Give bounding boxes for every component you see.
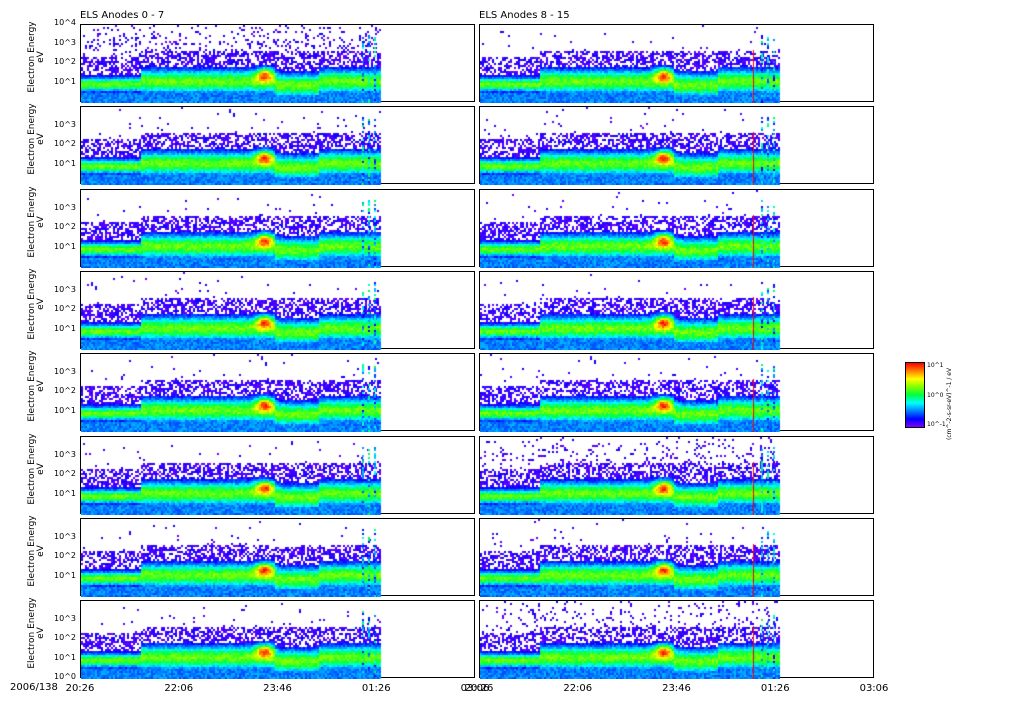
spectrogram-panel-anode-5 [80, 436, 476, 515]
y-tick-label: 10^1 [54, 323, 76, 333]
colorbar-tick-mid: 10^0 [927, 392, 944, 399]
y-tick-label: 10^1 [54, 158, 76, 168]
left-column-title: ELS Anodes 0 - 7 [80, 10, 165, 21]
y-axis-label: Electron Energy eV [27, 183, 46, 261]
y-tick-label: 10^3 [54, 202, 76, 212]
colorbar [905, 362, 925, 428]
spectrogram-panel-anode-15 [479, 600, 875, 679]
y-tick-label: 10^3 [54, 366, 76, 376]
y-tick-label: 10^2 [54, 304, 76, 313]
spectrogram-panel-anode-2 [80, 189, 476, 268]
x-tick-label: 23:46 [263, 683, 292, 694]
date-label: 2006/138 [10, 682, 58, 693]
y-tick-label: 10^3 [54, 531, 76, 541]
spectrogram-image [480, 272, 875, 350]
y-axis-unit: eV [36, 133, 46, 145]
y-tick-label: 10^3 [54, 37, 76, 47]
spectrogram-panel-anode-4 [80, 353, 476, 432]
y-axis-unit: eV [36, 380, 46, 392]
spectrogram-image [480, 107, 875, 185]
spectrogram-panel-anode-11 [479, 271, 875, 350]
spectrogram-image [480, 25, 875, 103]
spectrogram-panel-anode-7 [80, 600, 476, 679]
y-axis-unit: eV [36, 216, 46, 228]
spectrogram-image [480, 519, 875, 597]
y-tick-label: 10^1 [54, 652, 76, 662]
y-axis-label: Electron Energy eV [27, 18, 46, 96]
spectrogram-panel-anode-3 [80, 271, 476, 350]
y-tick-label: 10^1 [54, 241, 76, 251]
x-tick-label: 22:06 [563, 683, 593, 694]
spectrogram-panel-anode-13 [479, 436, 875, 515]
x-tick-label: 20:26 [464, 683, 494, 694]
x-tick-label: 01:26 [760, 683, 790, 694]
spectrogram-panel-anode-1 [80, 106, 476, 185]
y-tick-label: 10^3 [54, 284, 76, 294]
spectrogram-image [480, 601, 875, 679]
y-tick-label: 10^3 [54, 449, 76, 459]
x-tick-label: 22:06 [164, 683, 194, 694]
y-axis-unit: eV [36, 627, 46, 639]
y-axis-label: Electron Energy eV [27, 347, 46, 425]
spectrogram-image [81, 601, 476, 679]
colorbar-label: (cm^-2-s-sr-eV)^-1 / eV [946, 367, 953, 440]
x-tick-label: 03:06 [859, 683, 889, 694]
colorbar-tick-bottom: 10^-1 [927, 421, 946, 428]
y-axis-unit: eV [36, 51, 46, 63]
x-tick-label: 20:26 [65, 683, 95, 694]
spectrogram-image [480, 190, 875, 268]
spectrogram-image [81, 25, 476, 103]
spectrogram-panel-anode-12 [479, 353, 875, 432]
y-tick-label: 10^1 [54, 76, 76, 86]
colorbar-tick-top: 10^1 [927, 362, 944, 369]
y-tick-label: 10^2 [54, 386, 76, 395]
y-tick-label: 10^2 [54, 57, 76, 66]
y-tick-label: 10^1 [54, 488, 76, 498]
y-tick-label: 10^3 [54, 613, 76, 623]
y-tick-label: 10^2 [54, 469, 76, 478]
y-tick-label: 10^0 [54, 672, 76, 681]
spectrogram-image [81, 272, 476, 350]
y-tick-label: 10^2 [54, 551, 76, 560]
y-axis-unit: eV [36, 298, 46, 310]
x-tick-label: 23:46 [662, 683, 691, 694]
y-tick-label: 10^2 [54, 222, 76, 231]
y-axis-label: Electron Energy eV [27, 512, 46, 590]
y-tick-label: 10^1 [54, 405, 76, 415]
spectrogram-image [81, 354, 476, 432]
y-tick-label: 10^2 [54, 633, 76, 642]
spectrogram-panel-anode-8 [479, 24, 875, 103]
spectrogram-image [480, 354, 875, 432]
y-axis-label: Electron Energy eV [27, 100, 46, 178]
x-tick-label: 01:26 [361, 683, 391, 694]
spectrogram-panel-anode-14 [479, 518, 875, 597]
y-tick-label: 10^2 [54, 139, 76, 148]
spectrogram-image [81, 519, 476, 597]
y-axis-label: Electron Energy eV [27, 265, 46, 343]
right-column-title: ELS Anodes 8 - 15 [479, 10, 570, 21]
y-axis-unit: eV [36, 463, 46, 475]
spectrogram-image [81, 107, 476, 185]
y-axis-unit: eV [36, 545, 46, 557]
spectrogram-panel-anode-6 [80, 518, 476, 597]
spectrogram-panel-anode-0 [80, 24, 476, 103]
spectrogram-panel-anode-10 [479, 189, 875, 268]
y-axis-label: Electron Energy eV [27, 594, 46, 672]
y-axis-label: Electron Energy eV [27, 430, 46, 508]
spectrogram-image [81, 437, 476, 515]
spectrogram-panel-anode-9 [479, 106, 875, 185]
y-tick-label: 10^1 [54, 570, 76, 580]
y-tick-label: 10^4 [54, 18, 76, 27]
y-tick-label: 10^3 [54, 119, 76, 129]
spectrogram-image [480, 437, 875, 515]
spectrogram-image [81, 190, 476, 268]
